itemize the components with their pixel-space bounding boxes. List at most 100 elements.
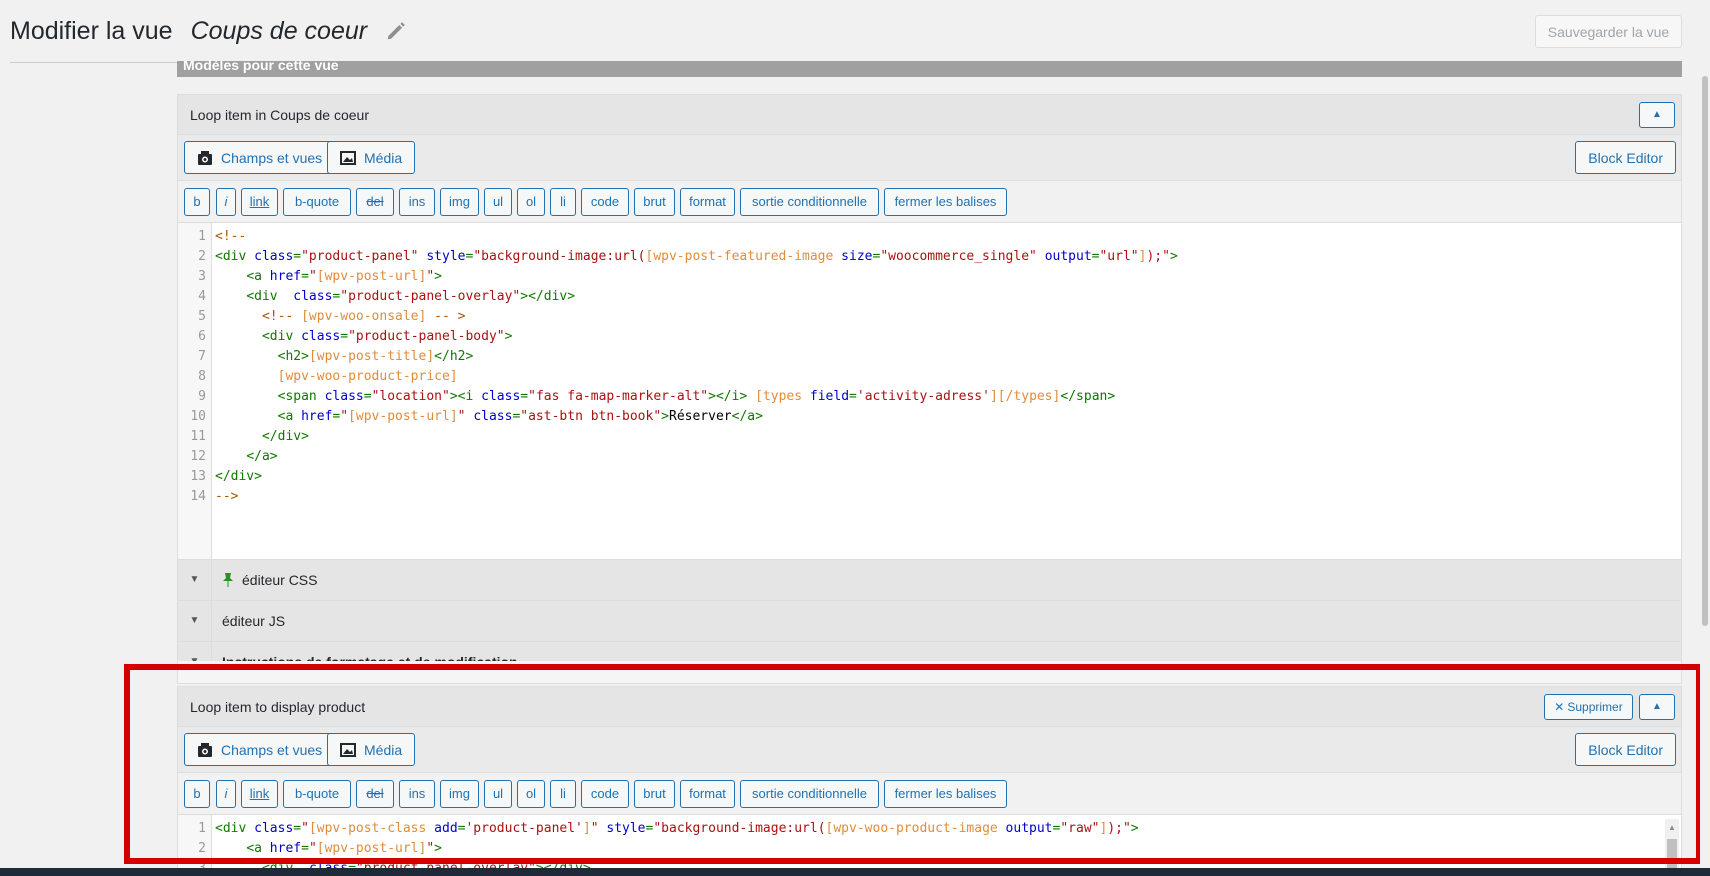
qt-brut-button[interactable]: brut — [634, 188, 675, 216]
qt-format-button[interactable]: format — [680, 188, 735, 216]
page-title-prefix: Modifier la vue — [10, 16, 173, 45]
qt-i-button[interactable]: i — [216, 780, 236, 808]
editor-toolbar: Champs et vues Média Block Editor — [178, 135, 1681, 181]
code-line: 4 <div class="product-panel-overlay"></d… — [198, 289, 576, 304]
qt-ul-button[interactable]: ul — [484, 780, 512, 808]
css-editor-toggle[interactable]: ▼ éditeur CSS — [178, 559, 1681, 600]
image-icon — [340, 742, 356, 757]
code-line: 2 <a href="[wpv-post-url]"> — [198, 841, 442, 856]
collapse-button[interactable]: ▲ — [1639, 694, 1675, 720]
view-name[interactable]: Coups de coeur — [191, 17, 368, 46]
scroll-up-icon[interactable]: ▲ — [1668, 823, 1676, 832]
camera-icon — [198, 150, 212, 165]
panel-title: Loop item to display product — [190, 699, 366, 715]
code-line: 7 <h2>[wpv-post-title]</h2> — [198, 349, 474, 364]
qt-li-button[interactable]: li — [550, 780, 576, 808]
qt-li-button[interactable]: li — [550, 188, 576, 216]
fields-and-views-label: Champs et vues — [221, 149, 323, 166]
instructions-toggle[interactable]: ▼ Instructions de formatage et de modifi… — [178, 641, 1681, 661]
quicktags-toolbar: b i link b-quote del ins img ul ol li co… — [178, 181, 1681, 223]
delete-label: Supprimer — [1567, 700, 1623, 714]
models-section-label: Modèles pour cette vue — [183, 61, 339, 73]
qt-ol-button[interactable]: ol — [517, 188, 545, 216]
code-editor[interactable]: 1 <div class="[wpv-post-class add='produc… — [178, 815, 1681, 875]
qt-i-button[interactable]: i — [216, 188, 236, 216]
qt-b-button[interactable]: b — [184, 780, 210, 808]
qt-link-button[interactable]: link — [241, 188, 278, 216]
code-line: 1 <!-- — [198, 229, 247, 244]
qt-code-button[interactable]: code — [581, 780, 629, 808]
pencil-icon[interactable] — [385, 20, 407, 42]
qt-bquote-button[interactable]: b-quote — [283, 780, 351, 808]
quicktags-toolbar: b i link b-quote del ins img ul ol li co… — [178, 773, 1681, 815]
media-button[interactable]: Média — [327, 141, 416, 174]
media-label: Média — [364, 149, 403, 166]
css-editor-label: éditeur CSS — [242, 572, 318, 588]
code-line: 1 <div class="[wpv-post-class add='produc… — [198, 821, 1139, 836]
os-taskbar — [0, 868, 1710, 876]
caret-down-icon: ▼ — [178, 642, 212, 661]
pin-icon — [223, 573, 233, 587]
page-title: Modifier la vue Coups de coeur — [10, 14, 407, 48]
code-line: 8 [wpv-woo-product-price] — [198, 369, 458, 384]
code-line: 2 <div class="product-panel" style="backg… — [198, 249, 1178, 264]
qt-close-tags-button[interactable]: fermer les balises — [884, 780, 1007, 808]
media-label: Média — [364, 741, 403, 758]
qt-link-button[interactable]: link — [241, 780, 278, 808]
block-editor-button[interactable]: Block Editor — [1575, 141, 1676, 174]
qt-ul-button[interactable]: ul — [484, 188, 512, 216]
image-icon — [340, 150, 356, 165]
chevron-up-icon: ▲ — [1652, 109, 1662, 120]
qt-ins-button[interactable]: ins — [399, 780, 435, 808]
code-line: 12 </a> — [190, 449, 278, 464]
qt-img-button[interactable]: img — [440, 188, 479, 216]
qt-del-button[interactable]: del — [356, 188, 394, 216]
code-line: 6 <div class="product-panel-body"> — [198, 329, 513, 344]
qt-img-button[interactable]: img — [440, 780, 479, 808]
collapse-button[interactable]: ▲ — [1639, 102, 1675, 128]
editor-toolbar: Champs et vues Média Block Editor — [178, 727, 1681, 773]
code-line: 9 <span class="location"><i class="fas f… — [198, 389, 1116, 404]
fields-and-views-button[interactable]: Champs et vues — [184, 141, 336, 174]
qt-bquote-button[interactable]: b-quote — [283, 188, 351, 216]
code-line: 13 </div> — [190, 469, 262, 484]
fields-and-views-button[interactable]: Champs et vues — [184, 733, 336, 766]
loop-item-panel-coups: Loop item in Coups de coeur ▲ Champs et … — [177, 94, 1682, 684]
qt-ins-button[interactable]: ins — [399, 188, 435, 216]
caret-down-icon: ▼ — [178, 601, 212, 641]
panel-title: Loop item in Coups de coeur — [190, 107, 369, 123]
qt-del-button[interactable]: del — [356, 780, 394, 808]
js-editor-toggle[interactable]: ▼ éditeur JS — [178, 600, 1681, 641]
title-divider — [10, 62, 178, 63]
code-line: 5 <!-- [wpv-woo-onsale] -- > — [198, 309, 466, 324]
loop-item-panel-product: Loop item to display product ✕ Supprimer … — [177, 686, 1682, 876]
editor-scrollbar[interactable]: ▲ — [1665, 819, 1679, 875]
block-editor-button[interactable]: Block Editor — [1575, 733, 1676, 766]
caret-down-icon: ▼ — [178, 560, 212, 600]
code-line: 11 </div> — [190, 429, 309, 444]
page-scrollbar[interactable] — [1700, 0, 1710, 868]
media-button[interactable]: Média — [327, 733, 416, 766]
delete-button[interactable]: ✕ Supprimer — [1544, 694, 1633, 720]
qt-b-button[interactable]: b — [184, 188, 210, 216]
chevron-up-icon: ▲ — [1652, 701, 1662, 712]
qt-ol-button[interactable]: ol — [517, 780, 545, 808]
save-view-button[interactable]: Sauvegarder la vue — [1535, 15, 1682, 48]
page-scrollbar-thumb[interactable] — [1702, 76, 1708, 626]
qt-conditional-output-button[interactable]: sortie conditionnelle — [740, 780, 879, 808]
qt-format-button[interactable]: format — [680, 780, 735, 808]
code-editor[interactable]: 1 <!-- 2 <div class="product-panel" style=… — [178, 223, 1681, 559]
qt-code-button[interactable]: code — [581, 188, 629, 216]
code-line: 14 --> — [190, 489, 239, 504]
close-icon: ✕ — [1554, 700, 1565, 714]
qt-brut-button[interactable]: brut — [634, 780, 675, 808]
code-line: 3 <a href="[wpv-post-url]"> — [198, 269, 442, 284]
panel-header: Loop item in Coups de coeur ▲ — [178, 95, 1681, 135]
fields-and-views-label: Champs et vues — [221, 741, 323, 758]
js-editor-label: éditeur JS — [222, 613, 286, 629]
qt-conditional-output-button[interactable]: sortie conditionnelle — [740, 188, 879, 216]
qt-close-tags-button[interactable]: fermer les balises — [884, 188, 1007, 216]
instructions-label: Instructions de formatage et de modifica… — [212, 642, 518, 661]
models-section-header: Modèles pour cette vue — [177, 61, 1682, 77]
code-line: 10 <a href="[wpv-post-url]" class="ast-b… — [190, 409, 763, 424]
